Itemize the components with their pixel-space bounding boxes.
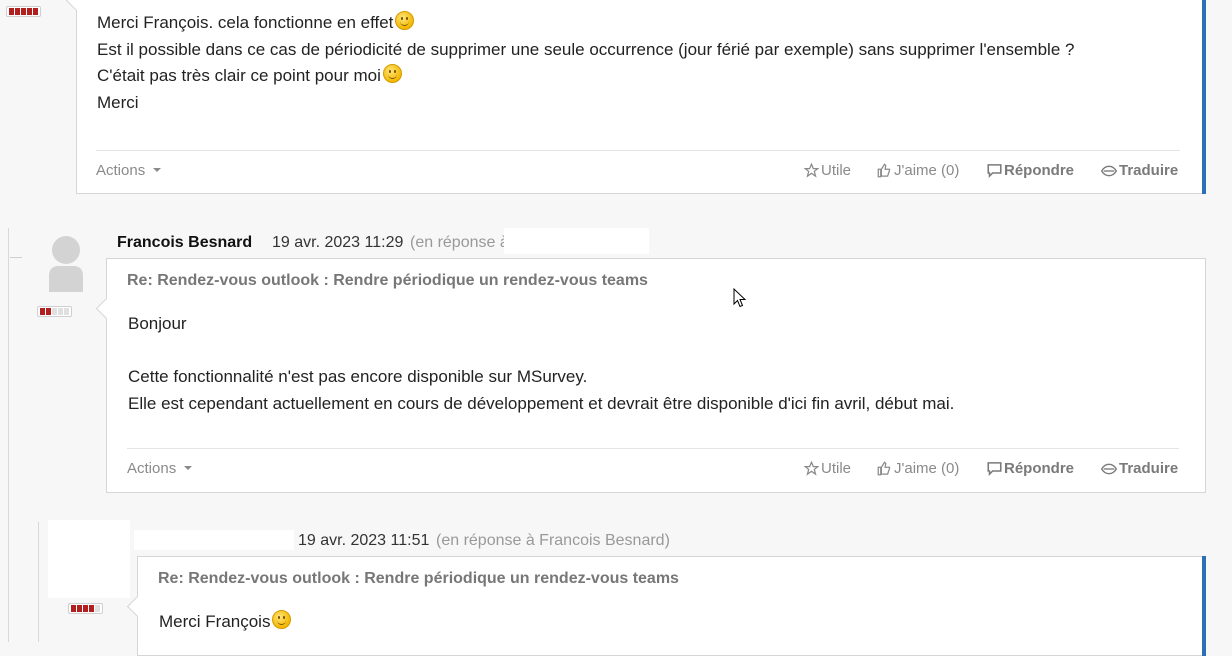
message-body: Merci François. cela fonctionne en effet… [97, 10, 1074, 116]
redacted-area [504, 228, 649, 254]
body-line: Elle est cependant actuellement en cours… [128, 393, 955, 413]
actions-label: Actions [127, 460, 177, 477]
smiley-icon [382, 64, 402, 83]
avatar [48, 520, 130, 598]
useful-label: Utile [821, 162, 852, 179]
in-reply-to[interactable]: (en réponse à [410, 234, 509, 252]
like-button[interactable]: J'aime (0) [877, 460, 959, 477]
useful-button[interactable]: Utile [804, 162, 851, 179]
speech-bubble-icon [987, 164, 1002, 178]
reply-button[interactable]: Répondre [987, 460, 1074, 477]
translate-button[interactable]: Traduire [1101, 162, 1178, 179]
post-date: 19 avr. 2023 11:29 [272, 234, 404, 251]
actions-menu[interactable]: Actions [127, 460, 193, 477]
useful-button[interactable]: Utile [804, 460, 851, 477]
like-label: J'aime (0) [894, 460, 960, 477]
card-tail [65, 0, 88, 12]
body-line: Merci François. cela fonctionne en effet [97, 13, 394, 32]
user-rank-bar [6, 6, 41, 17]
actions-menu[interactable]: Actions [96, 162, 162, 179]
reply-button[interactable]: Répondre [987, 162, 1074, 179]
like-label: J'aime (0) [894, 162, 960, 179]
card-tail [126, 595, 149, 618]
chevron-down-icon [153, 168, 162, 172]
body-line: Merci [97, 92, 139, 112]
thumbs-up-icon [877, 461, 891, 476]
divider [96, 150, 1180, 151]
in-reply-to[interactable]: (en réponse à Francois Besnard) [436, 532, 670, 550]
body-line [128, 338, 954, 365]
card-tail [95, 297, 118, 320]
translate-label: Traduire [1119, 162, 1179, 179]
star-icon [804, 163, 819, 178]
message-body: Bonjour Cette fonctionnalité n'est pas e… [128, 311, 954, 417]
body-line: Est il possible dans ce cas de périodici… [97, 39, 1075, 59]
thread-line [38, 522, 39, 642]
author-name[interactable]: Francois Besnard [117, 234, 252, 252]
user-rank-bar [37, 306, 72, 317]
reply-label: Répondre [1004, 162, 1075, 179]
card-accent [1202, 0, 1206, 194]
thumbs-up-icon [877, 163, 891, 178]
smiley-icon [272, 610, 292, 629]
divider [127, 448, 1179, 449]
message-body: Merci François [159, 609, 292, 636]
avatar [49, 236, 83, 292]
body-line: C'était pas très clair ce point pour moi [97, 66, 381, 85]
useful-label: Utile [821, 460, 852, 477]
post-date: 19 avr. 2023 11:51 [298, 532, 430, 549]
body-line: Cette fonctionnalité n'est pas encore di… [128, 367, 588, 386]
card-accent [1202, 556, 1206, 656]
redacted-author [134, 530, 294, 550]
body-line: Merci François [159, 612, 271, 631]
star-icon [804, 461, 819, 476]
smiley-icon [395, 11, 415, 30]
eye-icon [1101, 165, 1117, 176]
message-subject[interactable]: Re: Rendez-vous outlook : Rendre périodi… [127, 272, 648, 290]
speech-bubble-icon [987, 462, 1002, 476]
translate-label: Traduire [1119, 460, 1179, 477]
thread-arrow-icon [10, 257, 22, 258]
reply-label: Répondre [1004, 460, 1075, 477]
actions-label: Actions [96, 162, 146, 179]
chevron-down-icon [184, 466, 193, 470]
translate-button[interactable]: Traduire [1101, 460, 1178, 477]
message-subject[interactable]: Re: Rendez-vous outlook : Rendre périodi… [158, 570, 679, 588]
thread-line [8, 228, 9, 642]
user-rank-bar [68, 603, 103, 614]
body-line: Bonjour [128, 314, 187, 333]
eye-icon [1101, 463, 1117, 474]
mouse-cursor-icon [733, 288, 747, 308]
like-button[interactable]: J'aime (0) [877, 162, 959, 179]
